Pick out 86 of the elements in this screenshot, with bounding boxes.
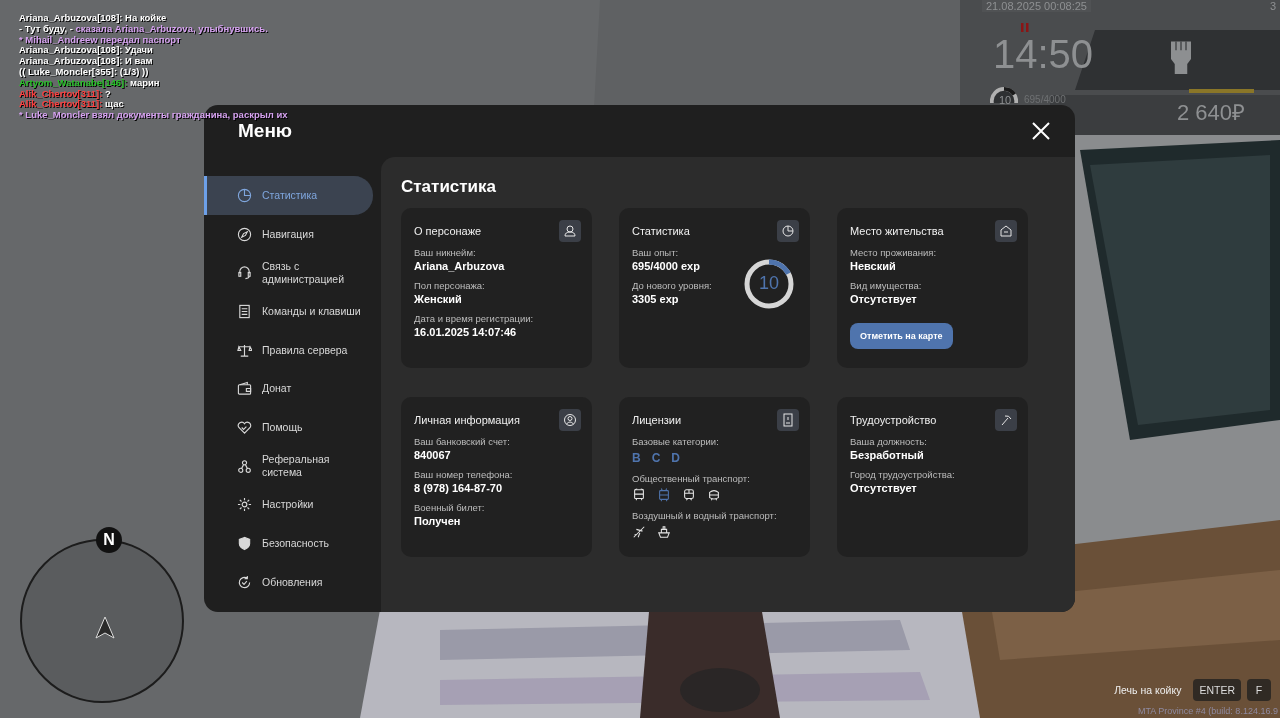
money-bar [1189,89,1254,93]
field-value: Женский [414,293,463,305]
sidebar-item[interactable]: Статистика [204,176,373,215]
user-icon [559,220,581,242]
build-version: MTA Province #4 (build: 8.124.16.9 [1138,706,1278,716]
field-value: 840067 [414,449,452,461]
level-number: 10 [999,94,1012,106]
card-title: Лицензии [632,414,682,426]
sidebar-item[interactable]: Помощь [204,408,373,447]
field-label: Воздушный и водный транспорт: [632,510,777,521]
mark-on-map-button[interactable]: Отметить на карте [850,323,953,349]
field-value: Отсутствует [850,293,918,305]
section-title: Статистика [401,177,498,197]
house-icon [995,220,1017,242]
card-title: Статистика [632,225,690,237]
doc-icon [237,303,252,319]
license-category: C [651,451,661,465]
field-label: Вид имущества: [850,280,923,291]
field-value: Невский [850,260,897,272]
nodes-icon [237,458,252,474]
field-value: Отсутствует [850,482,918,494]
action-prompt: Лечь на койку [1114,684,1182,696]
shield-icon [237,536,252,552]
license-category: D [671,451,680,465]
field-value: Ariana_Arbuzova [414,260,506,272]
close-icon[interactable] [1032,122,1050,140]
chat-message: Alik_Chertov[311]: ? [19,88,111,100]
sidebar-item[interactable]: Реферальная система [204,446,373,486]
field-value: 3305 exp [632,293,680,305]
headset-icon [237,265,252,281]
level-number: 10 [758,273,780,294]
field-label: Дата и время регистрации: [414,313,534,324]
scales-icon [237,342,252,358]
menu-title: Меню [238,120,293,142]
chat-message: (( Luke_Moncler[355]: (1/3) )) [19,67,150,78]
sidebar-item[interactable]: Обновления [204,562,373,602]
chart-icon [237,187,252,203]
field-label: Общественный транспорт: [632,473,751,484]
field-label: До нового уровня: [632,280,712,291]
wallet-icon [237,381,252,397]
hud-number: 3 [1270,0,1277,12]
field-label: Пол персонажа: [414,280,486,291]
key-hint: ENTER [1193,679,1241,701]
player-arrow-icon [95,616,115,640]
field-value: Получен [414,515,462,527]
sidebar-item[interactable]: Правила сервера [204,330,373,370]
heart-icon [237,419,252,435]
field-value: 16.01.2025 14:07:46 [414,326,518,338]
money-amount: 2 640₽ [1177,99,1246,126]
date-time: 21.08.2025 00:08:25 [982,0,1091,12]
chart-icon [777,220,799,242]
chat-message: Artyom_Watanabe[146]: марин [19,77,161,89]
key-hint: F [1247,679,1271,701]
field-value: Безработный [850,449,925,461]
field-label: Город трудоустройства: [850,469,955,480]
card-title: Личная информация [414,414,520,426]
field-label: Военный билет: [414,502,486,513]
sidebar-item[interactable]: Донат [204,369,373,409]
field-label: Ваш номер телефона: [414,469,513,480]
sidebar-item[interactable]: Настройки [204,485,373,525]
chat-message: * Mihail_Andreew передал паспорт [19,34,181,46]
field-label: Место проживания: [850,247,938,258]
license-category: B [632,451,641,465]
chat-message: - Тут буду, - сказала Ariana_Arbuzova, улыбнувшись. [19,23,269,35]
card-title: О персонаже [414,225,482,237]
field-label: Ваш банковский счет: [414,436,511,447]
chat-message: Ariana_Arbuzova[108]: На койке [19,13,168,24]
field-label: Ваш опыт: [632,247,680,258]
sidebar-item[interactable]: Связь с администрацией [204,253,373,293]
refresh-icon [237,574,252,590]
chat-message: Ariana_Arbuzova[108]: Удачи [19,45,153,57]
compass-icon [237,226,252,242]
chat-message: Ariana_Arbuzova[108]: И вам [19,56,154,67]
field-label: Ваш никнейм: [414,247,477,258]
sidebar-item[interactable]: Навигация [204,214,373,254]
chat-message: Alik_Chertov[311]: щас [19,99,125,111]
sidebar-item[interactable]: Безопасность [204,524,373,563]
field-value: 695/4000 exp [632,260,701,272]
sidebar-item[interactable]: Команды и клавиши [204,292,373,331]
field-label: Ваша должность: [850,436,928,447]
card-title: Место жительства [850,225,944,237]
level-ring [742,257,796,311]
clock-time: 14:50 [993,32,1094,77]
card-title: Трудоустройство [850,414,937,426]
field-label: Базовые категории: [632,436,720,447]
field-value: 8 (978) 164-87-70 [414,482,504,494]
